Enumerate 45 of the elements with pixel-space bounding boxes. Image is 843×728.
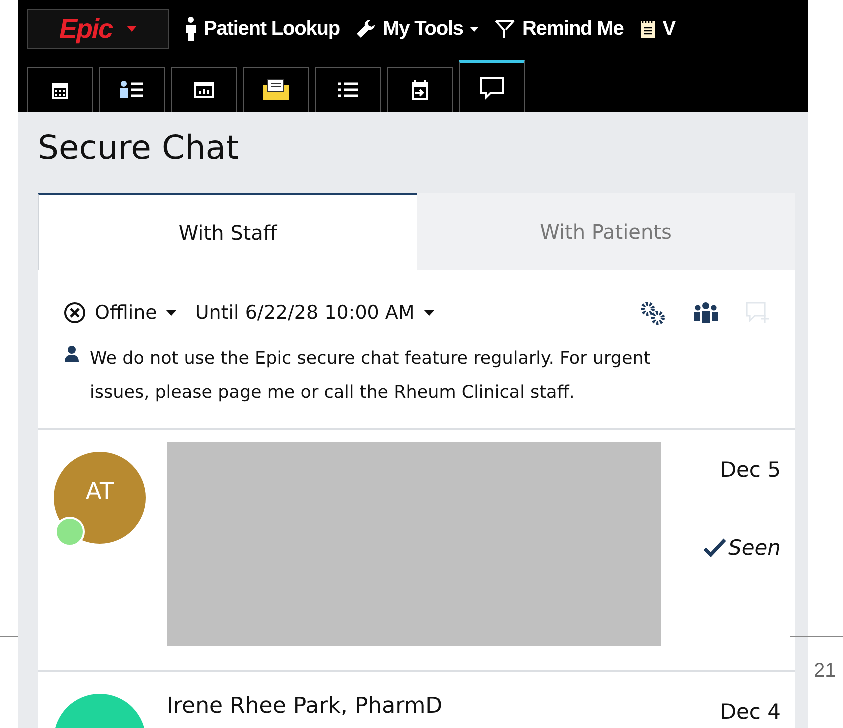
inbox-tray-icon [262,79,290,101]
seen-label: Seen [728,536,781,560]
person-icon [64,346,80,362]
activity-tab[interactable] [459,60,525,112]
tab[interactable]: With Staff [38,193,417,270]
avatar: AT [54,452,146,544]
wrench-icon [356,19,376,39]
checkmark-icon [702,538,727,558]
toolbar-button[interactable]: V [640,18,676,40]
caret-icon [166,310,178,316]
chat-plus-icon [745,301,771,325]
caret-icon [126,26,137,32]
toolbar-button[interactable]: My Tools [356,18,480,40]
activity-tab[interactable] [99,67,165,112]
page-title: Secure Chat [38,128,240,167]
activity-tab[interactable] [387,67,453,112]
list-icon [337,81,359,99]
until-dropdown[interactable]: Until 6/22/28 10:00 AM [195,302,435,324]
epic-menu-button[interactable]: Epic [27,9,169,49]
gears-icon [639,300,667,326]
page-number: 21 [814,660,836,683]
status-dropdown[interactable]: Offline [64,302,178,324]
offline-icon [64,302,86,324]
filter-icon [495,19,516,39]
contact-name: Irene Rhee Park, PharmD [167,694,444,719]
toolbar-button[interactable]: Remind Me [495,18,624,40]
message-date: Dec 4 [720,700,781,724]
group-icon [693,301,719,325]
activity-tab[interactable] [27,67,93,112]
toolbar-button[interactable]: Patient Lookup [185,17,340,41]
patient-list-icon [119,80,145,100]
notepad-icon [640,19,656,39]
caret-icon [424,310,435,316]
conversation-item[interactable]: AT Dec 5 Seen [38,430,795,672]
person-icon [185,17,197,41]
conversation-item[interactable]: Irene Rhee Park, PharmD Dec 4 [38,672,795,728]
message-date: Dec 5 [720,458,781,482]
activity-tab[interactable] [315,67,381,112]
activity-tab[interactable] [243,67,309,112]
calendar-icon [50,80,70,100]
chart-window-icon [193,80,215,100]
activity-tab[interactable] [171,67,237,112]
status-message: We do not use the Epic secure chat feature regularly. For urgent issues, please page me or call the Rheum Clinical staff. [90,348,652,405]
tab[interactable]: With Patients [417,193,795,270]
chat-bubble-icon [479,76,505,100]
